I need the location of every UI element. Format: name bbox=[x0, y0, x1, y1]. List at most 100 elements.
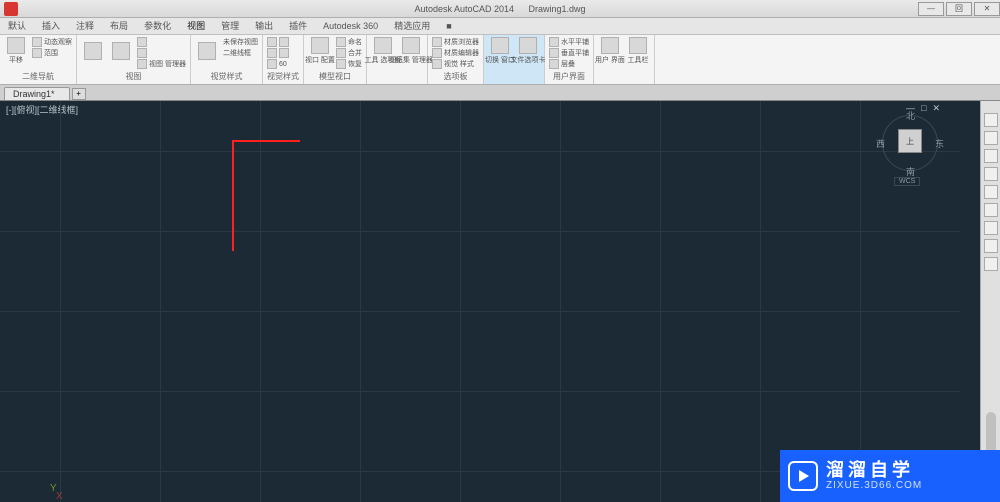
play-icon bbox=[788, 461, 818, 491]
mat-browser[interactable]: 材质浏览器 bbox=[432, 37, 479, 47]
watermark: 溜溜自学 ZIXUE.3D66.COM bbox=[780, 450, 1000, 502]
ui-button[interactable]: 用户 界面 bbox=[598, 37, 622, 65]
app-icon[interactable] bbox=[4, 2, 18, 16]
panel-label: 用户界面 bbox=[549, 71, 589, 82]
view-btn[interactable] bbox=[81, 37, 105, 65]
mat-icon bbox=[432, 48, 442, 58]
view-icon bbox=[137, 37, 147, 47]
view-icon bbox=[84, 42, 102, 60]
menu-tab[interactable]: 默认 bbox=[0, 18, 34, 34]
nav-tool[interactable] bbox=[984, 203, 998, 217]
orbit-button[interactable]: 动态观察 bbox=[32, 37, 72, 47]
vp-icon bbox=[336, 59, 346, 69]
viewcube-east[interactable]: 东 bbox=[935, 137, 944, 150]
menu-tab[interactable]: 插件 bbox=[281, 18, 315, 34]
nav-tool[interactable] bbox=[984, 167, 998, 181]
view-small[interactable] bbox=[137, 48, 186, 58]
vstyle-btn[interactable] bbox=[195, 37, 219, 65]
menu-tab-active[interactable]: 视图 bbox=[179, 18, 213, 34]
ribbon-panel-ui2: 用户 界面 工具栏 bbox=[594, 35, 655, 84]
nav-tool[interactable] bbox=[984, 257, 998, 271]
panel-label: 选项板 bbox=[432, 71, 479, 82]
vp-icon bbox=[336, 48, 346, 58]
file-tabs[interactable]: 文件选项卡 bbox=[516, 37, 540, 65]
sheet-icon bbox=[402, 37, 420, 54]
menu-tab[interactable]: 注释 bbox=[68, 18, 102, 34]
viewcube-west[interactable]: 西 bbox=[876, 137, 885, 150]
menu-tab[interactable]: Autodesk 360 bbox=[315, 18, 386, 34]
viewcube[interactable]: 上 北 南 西 东 WCS bbox=[880, 111, 940, 191]
viewport-config[interactable]: 视口 配置 bbox=[308, 37, 332, 65]
viewport-icon bbox=[311, 37, 329, 54]
ribbon-panel-viewport: 视口 配置 命名 合并 恢复 模型视口 bbox=[304, 35, 367, 84]
grid-line bbox=[760, 101, 761, 502]
vp-restore[interactable]: 恢复 bbox=[336, 59, 362, 69]
grid-line bbox=[860, 101, 861, 502]
ribbon-panel-views: 视图 管理器 视图 bbox=[77, 35, 191, 84]
menu-tab[interactable]: 输出 bbox=[247, 18, 281, 34]
watermark-cn: 溜溜自学 bbox=[826, 461, 922, 481]
vstyle-small[interactable] bbox=[267, 48, 289, 58]
vstyle-small[interactable] bbox=[267, 37, 289, 47]
menu-tab[interactable]: 参数化 bbox=[136, 18, 179, 34]
view-icon bbox=[112, 42, 130, 60]
saved-view[interactable]: 未保存视图 bbox=[223, 37, 258, 47]
sheet-set[interactable]: 图纸集 管理器 bbox=[399, 37, 423, 65]
menu-tab[interactable]: 插入 bbox=[34, 18, 68, 34]
ribbon-panel-palettes: 工具 选项板 图纸集 管理器 bbox=[367, 35, 428, 84]
viewcube-wcs[interactable]: WCS bbox=[894, 177, 920, 186]
opacity-input[interactable]: 60 bbox=[267, 59, 289, 69]
watermark-text: 溜溜自学 ZIXUE.3D66.COM bbox=[826, 461, 922, 492]
drawing-area[interactable]: [-][俯视][二维线框] — □ ✕ 上 北 bbox=[0, 101, 1000, 502]
panel-label: 视觉样式 bbox=[267, 71, 299, 82]
vp-merge[interactable]: 合并 bbox=[336, 48, 362, 58]
menu-tab[interactable]: 精选应用 bbox=[386, 18, 438, 34]
menu-tab[interactable]: 布局 bbox=[102, 18, 136, 34]
new-tab-button[interactable]: + bbox=[72, 88, 86, 100]
nav-tool[interactable] bbox=[984, 221, 998, 235]
vstyle-icon bbox=[279, 37, 289, 47]
viewcube-north[interactable]: 北 bbox=[906, 109, 915, 122]
nav-tool[interactable] bbox=[984, 113, 998, 127]
vstyle-icon bbox=[267, 48, 277, 58]
cascade-icon bbox=[549, 59, 559, 69]
tile-v[interactable]: 垂直平铺 bbox=[549, 48, 589, 58]
mat-editor[interactable]: 材质编辑器 bbox=[432, 48, 479, 58]
app-name: Autodesk AutoCAD 2014 bbox=[414, 4, 514, 14]
ribbon-panel-vstyle2: 60 视觉样式 bbox=[263, 35, 304, 84]
nav-tool[interactable] bbox=[984, 131, 998, 145]
ribbon-panel-window: 切换 窗口 文件选项卡 bbox=[484, 35, 545, 84]
panel-label: 视图 bbox=[81, 71, 186, 82]
cascade[interactable]: 层叠 bbox=[549, 59, 589, 69]
extents-icon bbox=[32, 48, 42, 58]
document-tab[interactable]: Drawing1* bbox=[4, 87, 70, 100]
close-button[interactable]: ✕ bbox=[974, 2, 1000, 16]
nav-tool[interactable] bbox=[984, 185, 998, 199]
line-left[interactable] bbox=[293, 209, 300, 251]
vp-named[interactable]: 命名 bbox=[336, 37, 362, 47]
vs-icon bbox=[432, 59, 442, 69]
switch-window[interactable]: 切换 窗口 bbox=[488, 37, 512, 65]
menu-tab[interactable]: 管理 bbox=[213, 18, 247, 34]
tile-icon bbox=[549, 48, 559, 58]
extents-button[interactable]: 范围 bbox=[32, 48, 72, 58]
minimize-button[interactable]: — bbox=[918, 2, 944, 16]
menu-tab[interactable]: ■ bbox=[438, 18, 459, 34]
vstyle-icon bbox=[267, 37, 277, 47]
view-small[interactable] bbox=[137, 37, 186, 47]
view-icon bbox=[137, 59, 147, 69]
view-btn[interactable] bbox=[109, 37, 133, 65]
vstyle-pal[interactable]: 视觉 样式 bbox=[432, 59, 479, 69]
maximize-button[interactable]: 回 bbox=[946, 2, 972, 16]
document-tabs: Drawing1* + bbox=[0, 85, 1000, 101]
nav-tool[interactable] bbox=[984, 149, 998, 163]
nav-tool[interactable] bbox=[984, 239, 998, 253]
ribbon-panel-palettes2: 材质浏览器 材质编辑器 视觉 样式 选项板 bbox=[428, 35, 484, 84]
pan-button[interactable]: 平移 bbox=[4, 37, 28, 65]
wireframe-2d[interactable]: 二维线框 bbox=[223, 48, 258, 58]
toolbar-button[interactable]: 工具栏 bbox=[626, 37, 650, 65]
tile-h[interactable]: 水平平铺 bbox=[549, 37, 589, 47]
red-highlight bbox=[233, 141, 300, 251]
view-manager[interactable]: 视图 管理器 bbox=[137, 59, 186, 69]
viewcube-face[interactable]: 上 bbox=[898, 129, 922, 153]
